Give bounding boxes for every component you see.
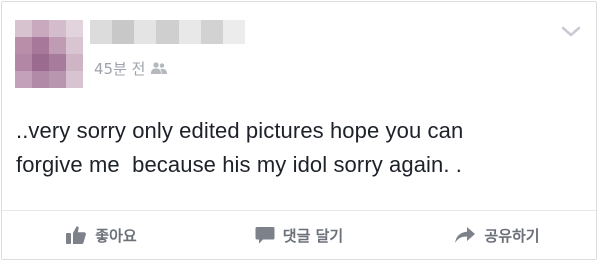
- author-name-blurred[interactable]: [90, 20, 245, 44]
- post-text: ..very sorry only edited pictures hope y…: [16, 118, 464, 177]
- like-label: 좋아요: [95, 226, 137, 245]
- thumbs-up-icon: [65, 225, 87, 245]
- share-label: 공유하기: [484, 226, 540, 245]
- like-button[interactable]: 좋아요: [2, 211, 200, 259]
- chevron-down-icon[interactable]: [560, 24, 582, 38]
- post-time: 45분 전: [94, 59, 146, 78]
- share-button[interactable]: 공유하기: [398, 211, 596, 259]
- avatar[interactable]: [15, 20, 83, 88]
- comment-icon: [255, 225, 275, 245]
- share-arrow-icon: [454, 226, 476, 244]
- comment-button[interactable]: 댓글 달기: [200, 211, 398, 259]
- post-card: 45분 전 ..very sorry only edited pictures …: [1, 1, 597, 260]
- action-bar: 좋아요 댓글 달기 공유하기: [2, 211, 596, 259]
- friends-icon: [151, 62, 168, 74]
- comment-label: 댓글 달기: [282, 226, 344, 245]
- post-meta: 45분 전: [94, 58, 168, 78]
